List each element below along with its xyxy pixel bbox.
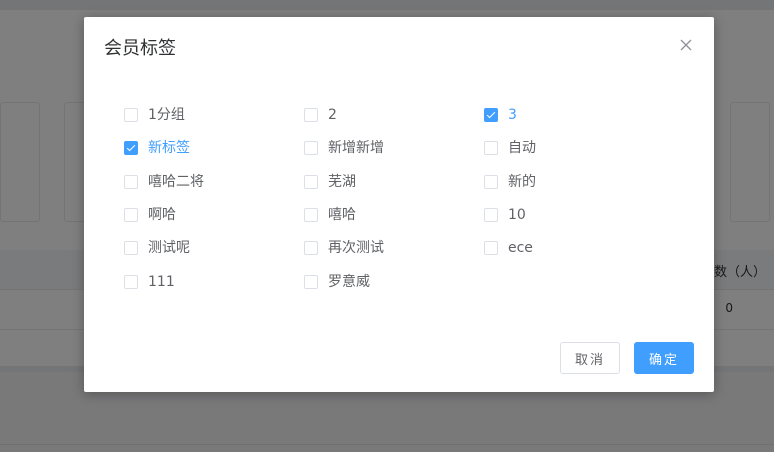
checkbox-icon[interactable] (484, 208, 498, 222)
checkbox-icon[interactable] (484, 175, 498, 189)
tag-label: 自动 (508, 140, 536, 156)
tag-label: 嘻哈二将 (148, 174, 204, 190)
checkbox-checked-icon[interactable] (484, 108, 498, 122)
tag-label: ece (508, 240, 533, 256)
tag-label: 新增新增 (328, 140, 384, 156)
dialog-title: 会员标签 (104, 38, 176, 59)
tag-checkbox[interactable]: 芜湖 (304, 172, 356, 192)
tag-label: 啊哈 (148, 207, 176, 223)
cancel-button[interactable]: 取消 (560, 342, 620, 374)
tag-checkbox[interactable]: 新标签 (124, 138, 190, 158)
member-tag-dialog: 会员标签 1分组 2 3 新标签 新增新增 自动嘻哈二将 芜湖 新的啊哈 嘻哈 10 测试呢 再次测试… (84, 17, 714, 392)
checkbox-icon[interactable] (124, 208, 138, 222)
tag-checkbox[interactable]: ece (484, 238, 533, 258)
checkbox-checked-icon[interactable] (124, 141, 138, 155)
tag-label: 再次测试 (328, 240, 384, 256)
confirm-button[interactable]: 确定 (634, 342, 694, 374)
tag-checkbox[interactable]: 再次测试 (304, 238, 384, 258)
tag-label: 新的 (508, 174, 536, 190)
tag-checkbox[interactable]: 嘻哈 (304, 205, 356, 225)
tag-checkbox[interactable]: 2 (304, 105, 337, 125)
tag-label: 3 (508, 107, 517, 123)
tag-label: 1分组 (148, 107, 185, 123)
tag-checkbox[interactable]: 罗意威 (304, 272, 370, 292)
tag-label: 罗意威 (328, 274, 370, 290)
checkbox-icon[interactable] (124, 241, 138, 255)
tag-checkbox[interactable]: 新增新增 (304, 138, 384, 158)
tag-checkbox[interactable]: 3 (484, 105, 517, 125)
checkbox-icon[interactable] (124, 175, 138, 189)
tag-label: 111 (148, 274, 175, 290)
close-icon[interactable] (678, 37, 694, 53)
checkbox-icon[interactable] (304, 208, 318, 222)
tag-checkbox[interactable]: 新的 (484, 172, 536, 192)
tag-label: 嘻哈 (328, 207, 356, 223)
checkbox-icon[interactable] (304, 275, 318, 289)
tag-label: 10 (508, 207, 526, 223)
tag-label: 2 (328, 107, 337, 123)
tag-label: 测试呢 (148, 240, 190, 256)
checkbox-icon[interactable] (304, 108, 318, 122)
checkbox-icon[interactable] (484, 241, 498, 255)
checkbox-icon[interactable] (304, 241, 318, 255)
tag-label: 新标签 (148, 140, 190, 156)
checkbox-icon[interactable] (484, 141, 498, 155)
tag-checkbox[interactable]: 嘻哈二将 (124, 172, 204, 192)
tag-label: 芜湖 (328, 174, 356, 190)
tag-checkbox[interactable]: 10 (484, 205, 526, 225)
tag-checkbox[interactable]: 1分组 (124, 105, 185, 125)
tag-checkbox[interactable]: 111 (124, 272, 175, 292)
checkbox-icon[interactable] (304, 175, 318, 189)
tag-checkbox[interactable]: 啊哈 (124, 205, 176, 225)
tag-checkbox[interactable]: 自动 (484, 138, 536, 158)
checkbox-icon[interactable] (124, 108, 138, 122)
checkbox-icon[interactable] (304, 141, 318, 155)
tag-checkbox[interactable]: 测试呢 (124, 238, 190, 258)
checkbox-icon[interactable] (124, 275, 138, 289)
